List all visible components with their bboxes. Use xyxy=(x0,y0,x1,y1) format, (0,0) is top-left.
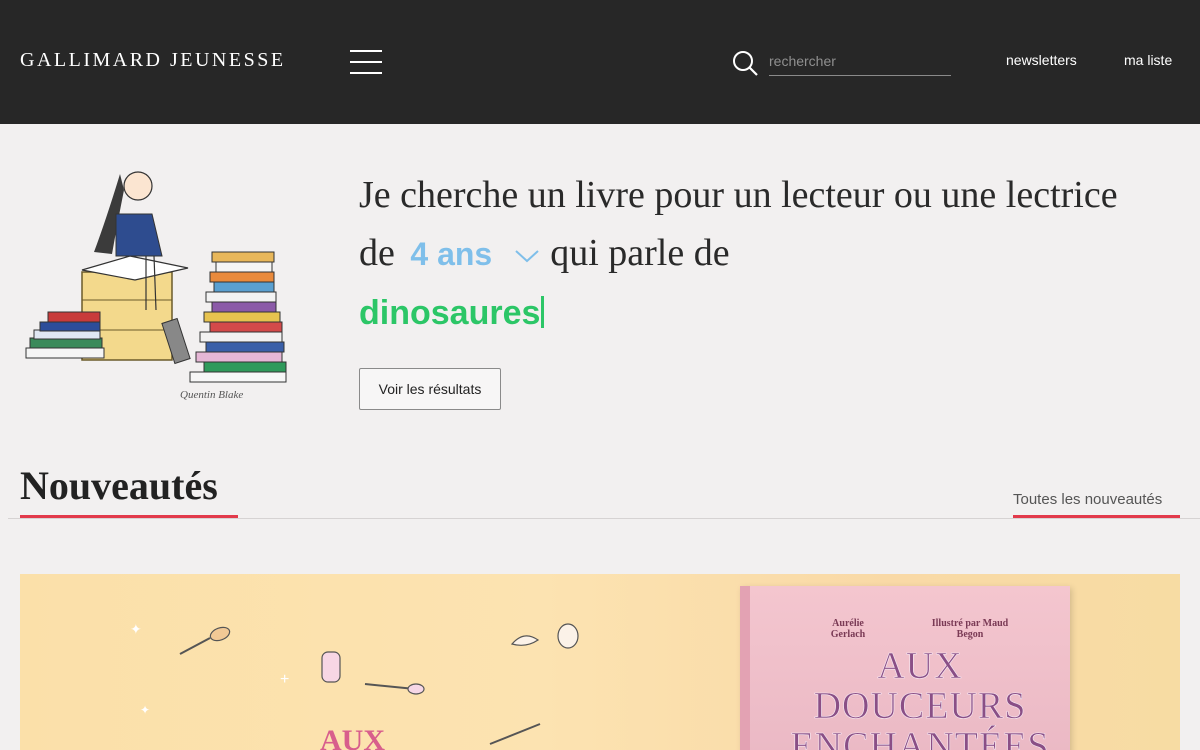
menu-burger-button[interactable] xyxy=(350,50,382,74)
book-finder-sentence: Je cherche un livre pour un lecteur ou u… xyxy=(359,166,1159,342)
burger-line xyxy=(350,72,382,74)
text-cursor xyxy=(541,296,545,328)
nav-newsletters-link[interactable]: newsletters xyxy=(1006,52,1077,68)
svg-text:✦: ✦ xyxy=(140,703,150,717)
site-header: Gallimard Jeunesse newsletters ma liste xyxy=(0,0,1200,124)
section-divider xyxy=(8,518,1200,519)
see-results-button[interactable]: Voir les résultats xyxy=(359,368,501,410)
svg-text:+: + xyxy=(280,671,289,688)
all-link-underline xyxy=(1013,515,1180,518)
book-author: Aurélie Gerlach xyxy=(830,618,866,640)
burger-line xyxy=(350,50,382,52)
book-illustrator: Illustré par Maud Begon xyxy=(931,618,1009,640)
search-input[interactable] xyxy=(769,49,951,76)
book-title: AUX DOUCEURS ENCHANTÉES xyxy=(790,645,1050,750)
banner-decoration: ✦ + ✦ AUX xyxy=(130,621,579,750)
all-new-releases-link[interactable]: Toutes les nouveautés xyxy=(1013,491,1162,508)
book-cover[interactable]: Aurélie Gerlach Illustré par Maud Begon … xyxy=(740,586,1070,750)
section-title-underline xyxy=(20,515,238,518)
section-title: Nouveautés xyxy=(20,463,218,508)
burger-line xyxy=(350,61,382,63)
illustration-signature: Quentin Blake xyxy=(180,389,243,401)
age-select[interactable]: 4 ans xyxy=(410,236,492,272)
topic-input[interactable]: dinosaures xyxy=(359,294,540,332)
new-release-banner[interactable]: ✦ + ✦ AUX Aurélie Gerlach Illustré par M… xyxy=(20,574,1180,750)
chevron-down-icon[interactable] xyxy=(514,248,540,264)
nav-my-list-link[interactable]: ma liste xyxy=(1124,52,1172,68)
site-logo[interactable]: Gallimard Jeunesse xyxy=(20,49,286,72)
reading-girl-illustration: Quentin Blake xyxy=(25,171,287,401)
sentence-part-2: qui parle de xyxy=(550,232,730,274)
search-icon[interactable] xyxy=(732,50,758,76)
svg-text:AUX: AUX xyxy=(320,724,385,750)
svg-text:✦: ✦ xyxy=(130,621,142,637)
